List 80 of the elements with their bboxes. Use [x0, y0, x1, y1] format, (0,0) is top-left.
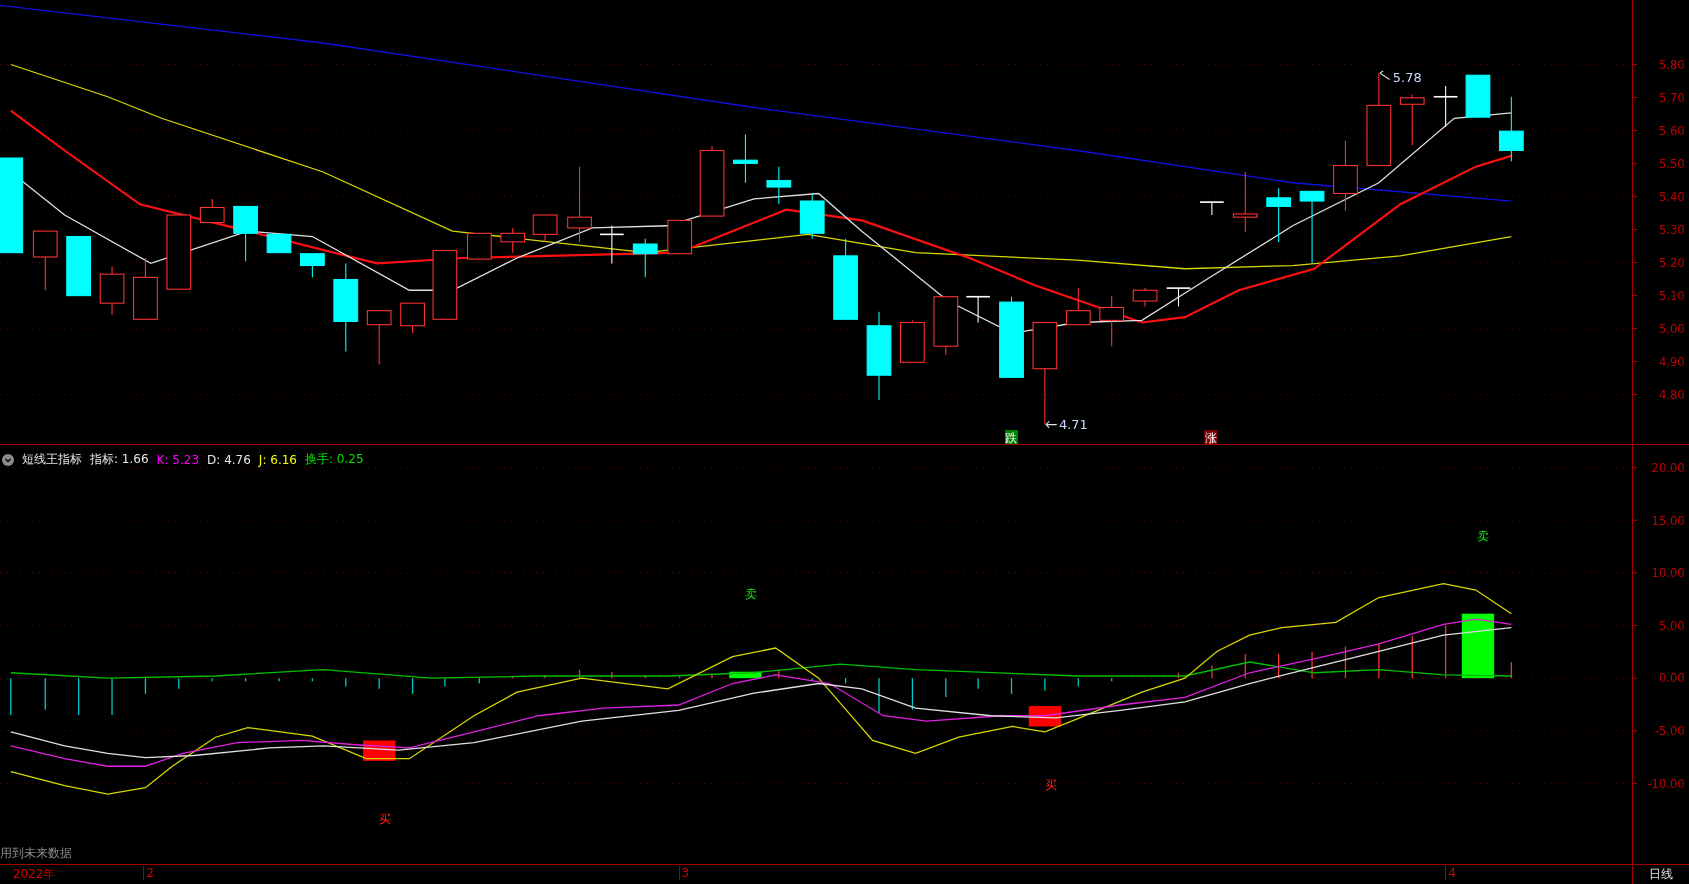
price-axis-label: 4.80 [1658, 387, 1685, 402]
candlestick [99, 266, 125, 316]
candlestick [300, 253, 325, 278]
price-axis-label: 5.00 [1658, 321, 1685, 336]
candlestick [233, 205, 258, 262]
signal-badge: 跌 [1005, 430, 1018, 444]
candlestick [766, 166, 792, 205]
signal-label: 买 [378, 812, 391, 827]
candlestick [1132, 287, 1158, 307]
indicator-axis-label: 5.00 [1658, 618, 1685, 633]
indicator-axis-label: 20.00 [1651, 460, 1685, 475]
candlestick [432, 249, 458, 320]
indicator-axis-label: -5.00 [1654, 724, 1685, 739]
candlestick [1099, 295, 1125, 347]
candlestick [466, 232, 492, 260]
signal-label: 卖 [1477, 528, 1490, 543]
period-label[interactable]: 日线 [1632, 865, 1689, 884]
indicator-value: 换手: 0.25 [305, 451, 364, 468]
time-axis-label: 3 [678, 866, 690, 880]
indicator-value: J: 6.16 [258, 452, 297, 467]
price-axis-label: 5.30 [1658, 222, 1685, 237]
candlestick [366, 310, 392, 365]
candlestick [699, 145, 725, 217]
signal-label: 买 [1045, 777, 1058, 792]
candlestick [733, 133, 758, 184]
candlestick [532, 214, 558, 243]
indicator-value: K: 5.23 [156, 452, 200, 467]
candlestick [133, 257, 158, 320]
candlestick [1266, 187, 1292, 243]
candlestick [799, 192, 825, 240]
indicator-axis-label: 10.00 [1651, 566, 1685, 581]
price-axis-label: 5.70 [1658, 90, 1685, 105]
time-axis-label: 2 [143, 866, 154, 880]
candlestick [1498, 96, 1524, 162]
candlestick [965, 295, 991, 324]
candlestick [632, 238, 658, 278]
candlestick [266, 233, 292, 254]
price-axis-label: 5.40 [1658, 189, 1685, 204]
candlestick [667, 219, 693, 255]
signal-block [1461, 613, 1495, 679]
candlestick [900, 319, 925, 363]
indicator-axis-label: 0.00 [1658, 671, 1685, 686]
candlestick [1232, 171, 1258, 233]
time-axis-label: 2022年 [11, 866, 56, 883]
candlestick [66, 235, 92, 297]
signal-label: 卖 [744, 586, 757, 601]
candlestick [933, 296, 959, 356]
price-axis-label: 5.50 [1658, 156, 1685, 171]
arrow-icon [1045, 420, 1058, 429]
time-axis-label: 4 [1445, 866, 1456, 880]
signal-block [1028, 706, 1062, 727]
indicator-axis-label: 15.00 [1651, 513, 1685, 528]
candlestick [32, 230, 58, 291]
indicator-axis-label: -10.00 [1647, 776, 1685, 791]
low-price-label: 4.71 [1058, 416, 1088, 432]
candlestick [1433, 85, 1459, 128]
candlestick [599, 225, 625, 264]
candlestick [1199, 201, 1225, 216]
price-axis-label: 5.20 [1658, 255, 1685, 270]
candlestick [500, 227, 526, 254]
candlestick [1333, 140, 1358, 212]
candlestick [400, 302, 425, 334]
indicator-value: D: 4.76 [207, 452, 251, 467]
price-axis-label: 5.60 [1658, 123, 1685, 138]
candlestick [199, 198, 225, 224]
signal-block [729, 671, 762, 679]
future-data-note: 用到未来数据 [0, 845, 72, 862]
indicator-name: 短线王指标 [22, 451, 82, 468]
candlestick [1465, 74, 1491, 118]
signal-badge: 涨 [1204, 430, 1218, 444]
price-axis-label: 5.10 [1658, 288, 1685, 303]
candlestick [1065, 287, 1091, 326]
collapse-icon[interactable] [2, 453, 14, 466]
price-axis-label: 4.90 [1658, 354, 1685, 369]
arrow-icon [1379, 70, 1391, 81]
price-axis-label: 5.80 [1658, 57, 1685, 72]
indicator-value: 指标: 1.66 [90, 451, 149, 468]
candlestick [1165, 287, 1192, 307]
high-price-label: 5.78 [1392, 69, 1422, 85]
candlestick [1399, 94, 1425, 146]
